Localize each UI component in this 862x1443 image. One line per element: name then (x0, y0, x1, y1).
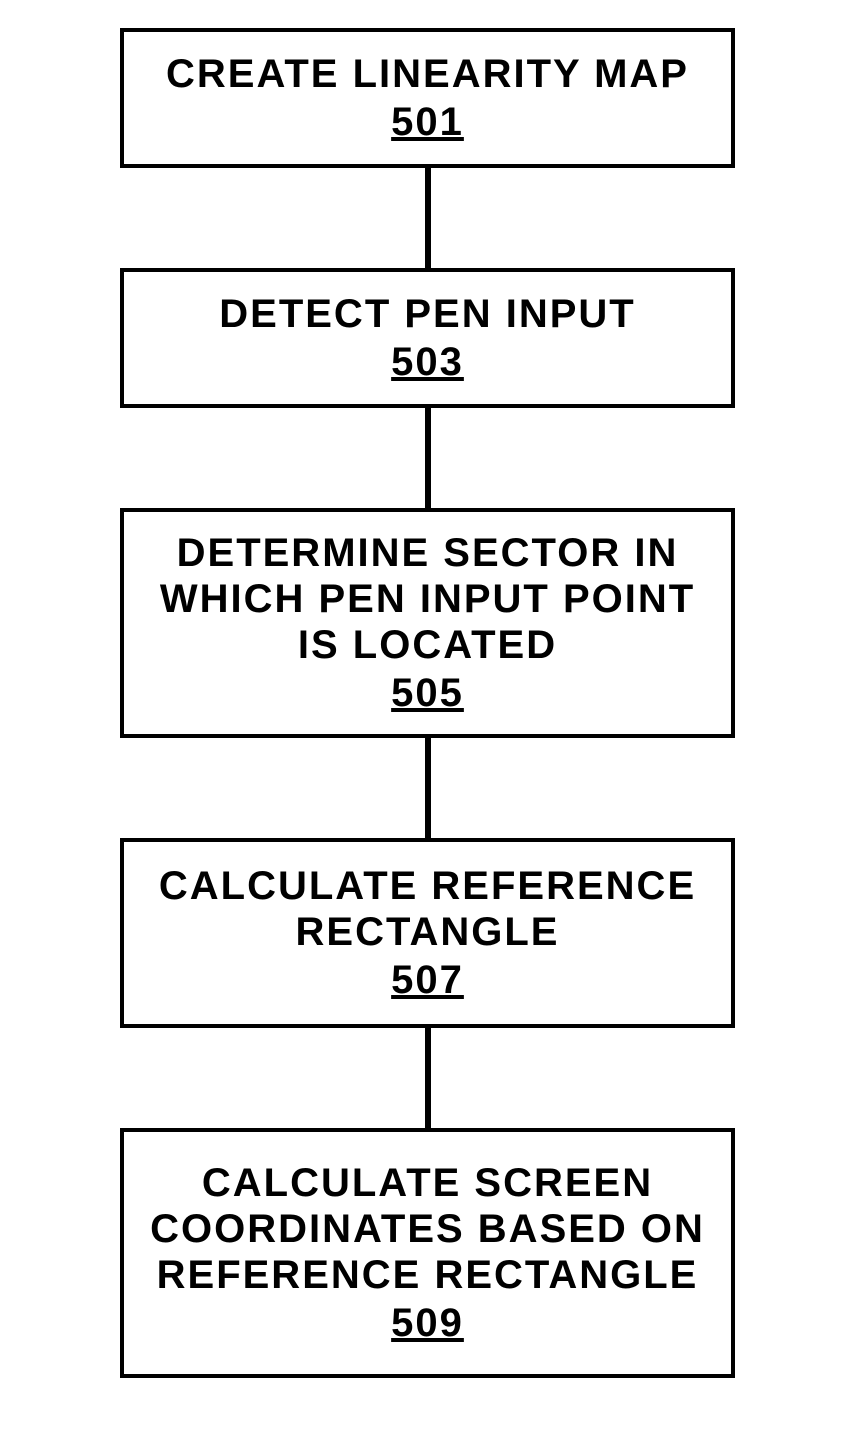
flowchart-canvas: CREATE LINEARITY MAP 501 DETECT PEN INPU… (0, 0, 862, 1443)
step-ref: 509 (391, 1300, 464, 1346)
step-ref: 503 (391, 339, 464, 385)
step-ref: 501 (391, 99, 464, 145)
connector-503-505 (425, 408, 431, 508)
step-box-507: CALCULATE REFERENCE RECTANGLE 507 (120, 838, 735, 1028)
step-label: CREATE LINEARITY MAP (166, 51, 689, 97)
step-box-509: CALCULATE SCREEN COORDINATES BASED ON RE… (120, 1128, 735, 1378)
step-label: DETECT PEN INPUT (219, 291, 635, 337)
step-box-505: DETERMINE SECTOR IN WHICH PEN INPUT POIN… (120, 508, 735, 738)
connector-501-503 (425, 168, 431, 268)
step-box-501: CREATE LINEARITY MAP 501 (120, 28, 735, 168)
step-ref: 505 (391, 670, 464, 716)
step-ref: 507 (391, 957, 464, 1003)
step-box-503: DETECT PEN INPUT 503 (120, 268, 735, 408)
step-label: CALCULATE SCREEN COORDINATES BASED ON RE… (134, 1160, 721, 1298)
connector-505-507 (425, 738, 431, 838)
step-label: CALCULATE REFERENCE RECTANGLE (134, 863, 721, 955)
step-label: DETERMINE SECTOR IN WHICH PEN INPUT POIN… (134, 530, 721, 668)
connector-507-509 (425, 1028, 431, 1128)
